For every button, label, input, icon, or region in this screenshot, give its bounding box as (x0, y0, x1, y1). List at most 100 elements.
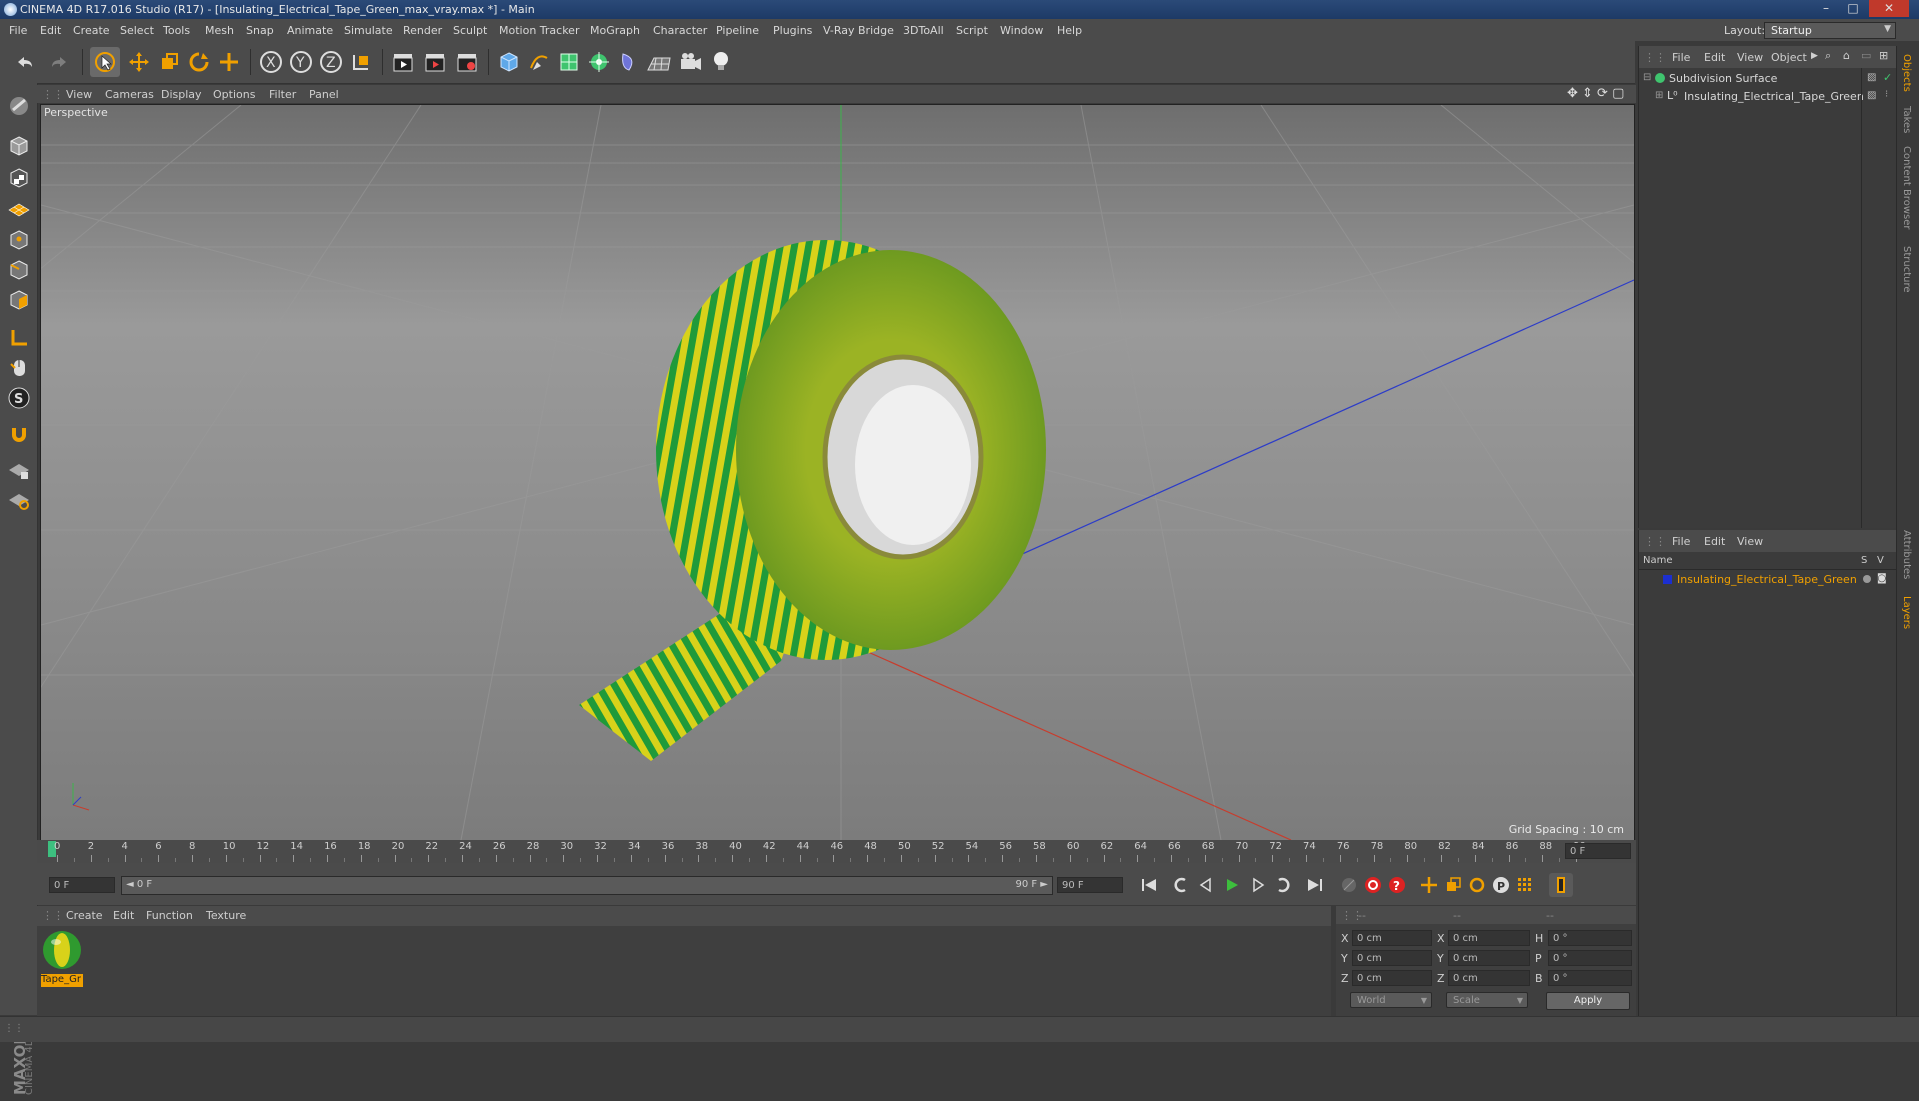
menu-help[interactable]: Help (1057, 24, 1082, 37)
rotation-p-field[interactable]: 0 ° (1548, 950, 1632, 966)
column-s[interactable]: S (1861, 555, 1867, 566)
move-button[interactable] (124, 47, 154, 77)
material-menu-edit[interactable]: Edit (113, 909, 134, 922)
size-y-field[interactable]: 0 cm (1448, 950, 1530, 966)
current-frame-field[interactable]: 0 F (1565, 843, 1631, 859)
axis-mode-button[interactable] (4, 323, 33, 352)
enabled-check-icon[interactable]: ✓ (1883, 71, 1892, 84)
tab-layers[interactable]: Layers (1901, 596, 1912, 629)
make-editable-button[interactable] (4, 91, 33, 120)
deformer-button[interactable] (614, 47, 644, 77)
viewport-navigation-icons[interactable]: ✥ ⇕ ⟳ ▢ (1567, 86, 1624, 101)
material-menu-function[interactable]: Function (146, 909, 193, 922)
object-menu-edit[interactable]: Edit (1704, 51, 1725, 64)
layer-row[interactable]: Insulating_Electrical_Tape_Green ◙ (1639, 572, 1897, 588)
cloner-button[interactable] (584, 47, 614, 77)
end-frame-field[interactable]: 90 F (1057, 877, 1123, 893)
workplane-mode-button[interactable] (4, 193, 33, 222)
coordinate-mode-dropdown[interactable]: Scale ▼ (1446, 992, 1528, 1008)
edges-mode-button[interactable] (4, 255, 33, 284)
cube-primitive-button[interactable] (494, 47, 524, 77)
goto-end-button[interactable] (1303, 873, 1327, 897)
column-name[interactable]: Name (1643, 555, 1673, 566)
camera-label[interactable]: Perspective (44, 106, 108, 119)
tab-content-browser[interactable]: Content Browser (1901, 146, 1912, 229)
position-y-field[interactable]: 0 cm (1352, 950, 1432, 966)
start-frame-field[interactable]: 0 F (49, 877, 115, 893)
visibility-icon[interactable]: ▨ (1867, 72, 1876, 83)
key-scale-button[interactable] (1441, 873, 1465, 897)
size-x-field[interactable]: 0 cm (1448, 930, 1530, 946)
menu-create[interactable]: Create (73, 24, 110, 37)
menu-plugins[interactable]: Plugins (773, 24, 812, 37)
menu-window[interactable]: Window (1000, 24, 1043, 37)
frame-range-slider[interactable]: ◄ 0 F 90 F ► (121, 876, 1053, 895)
layer-color-swatch[interactable] (1663, 575, 1672, 584)
object-menu-file[interactable]: File (1672, 51, 1690, 64)
menu-mesh[interactable]: Mesh (205, 24, 234, 37)
layout-dropdown[interactable]: Startup ▼ (1764, 22, 1896, 39)
magnet-button[interactable] (4, 419, 33, 448)
polygons-mode-button[interactable] (4, 285, 33, 314)
viewport-menu-view[interactable]: View (66, 88, 92, 101)
x-axis-lock-button[interactable]: X (256, 47, 286, 77)
layer-menu-file[interactable]: File (1672, 535, 1690, 548)
record-keyframe-button[interactable] (1361, 873, 1385, 897)
3d-viewport[interactable]: Perspective Grid Spacing : 10 cm (40, 104, 1635, 841)
live-selection-button[interactable] (90, 47, 120, 77)
layer-menu-edit[interactable]: Edit (1704, 535, 1725, 548)
timeline-ruler[interactable]: 0 2 4 6 8 10 12 14 16 18 20 22 24 26 28 30 32 34 36 38 40 42 4… (37, 840, 1636, 863)
search-icon[interactable]: ⌕ (1825, 49, 1831, 63)
previous-frame-button[interactable] (1194, 873, 1218, 897)
expand-icon[interactable]: ⊞ (1655, 90, 1663, 101)
menu-file[interactable]: File (9, 24, 27, 37)
tab-structure[interactable]: Structure (1901, 246, 1912, 293)
apply-button[interactable]: Apply (1546, 992, 1630, 1010)
render-view-button[interactable] (388, 47, 418, 77)
viewport-menu-display[interactable]: Display (161, 88, 202, 101)
panel-menu-icon[interactable]: ⊞ (1879, 49, 1888, 62)
undo-button[interactable] (10, 47, 40, 77)
subdivision-surface-button[interactable] (554, 47, 584, 77)
key-position-button[interactable] (1417, 873, 1441, 897)
object-menu-object[interactable]: Object (1771, 51, 1807, 64)
coordinate-system-button[interactable] (346, 47, 376, 77)
camera-button[interactable] (676, 47, 706, 77)
z-axis-lock-button[interactable]: Z (316, 47, 346, 77)
rotate-button[interactable] (184, 47, 214, 77)
menu-motion-tracker[interactable]: Motion Tracker (499, 24, 579, 37)
transform-button[interactable] (214, 47, 244, 77)
material-swatch[interactable]: Tape_Gr (40, 930, 84, 990)
menu-snap[interactable]: Snap (246, 24, 274, 37)
pen-spline-button[interactable] (524, 47, 554, 77)
workplane-rotate-button[interactable] (4, 485, 33, 514)
rotation-h-field[interactable]: 0 ° (1548, 930, 1632, 946)
floor-button[interactable] (644, 47, 674, 77)
tab-objects[interactable]: Objects (1901, 54, 1912, 92)
position-z-field[interactable]: 0 cm (1352, 970, 1432, 986)
material-menu-create[interactable]: Create (66, 909, 103, 922)
menu-vray-bridge[interactable]: V-Ray Bridge (823, 24, 894, 37)
object-row[interactable]: ⊞ L⁰ Insulating_Electrical_Tape_Green (1639, 88, 1864, 106)
key-rotation-button[interactable] (1465, 873, 1489, 897)
maximize-button[interactable]: □ (1840, 0, 1866, 17)
timeline-layout-button[interactable] (1549, 873, 1573, 897)
menu-select[interactable]: Select (120, 24, 154, 37)
goto-start-button[interactable] (1137, 873, 1161, 897)
viewport-menu-panel[interactable]: Panel (309, 88, 339, 101)
close-button[interactable]: ✕ (1869, 0, 1909, 17)
layer-menu-view[interactable]: View (1737, 535, 1763, 548)
key-pla-button[interactable] (1513, 873, 1537, 897)
next-key-button[interactable] (1272, 873, 1296, 897)
menu-script[interactable]: Script (956, 24, 988, 37)
autokey-button[interactable]: ? (1385, 873, 1409, 897)
menu-simulate[interactable]: Simulate (344, 24, 393, 37)
tweak-mode-button[interactable] (4, 353, 33, 382)
tab-takes[interactable]: Takes (1901, 106, 1912, 133)
new-window-icon[interactable]: ▭ (1861, 49, 1871, 62)
minimize-button[interactable]: – (1813, 0, 1839, 17)
scale-button[interactable] (154, 47, 184, 77)
column-v[interactable]: V (1877, 555, 1884, 566)
menu-character[interactable]: Character (653, 24, 707, 37)
solo-toggle-icon[interactable] (1863, 575, 1871, 583)
